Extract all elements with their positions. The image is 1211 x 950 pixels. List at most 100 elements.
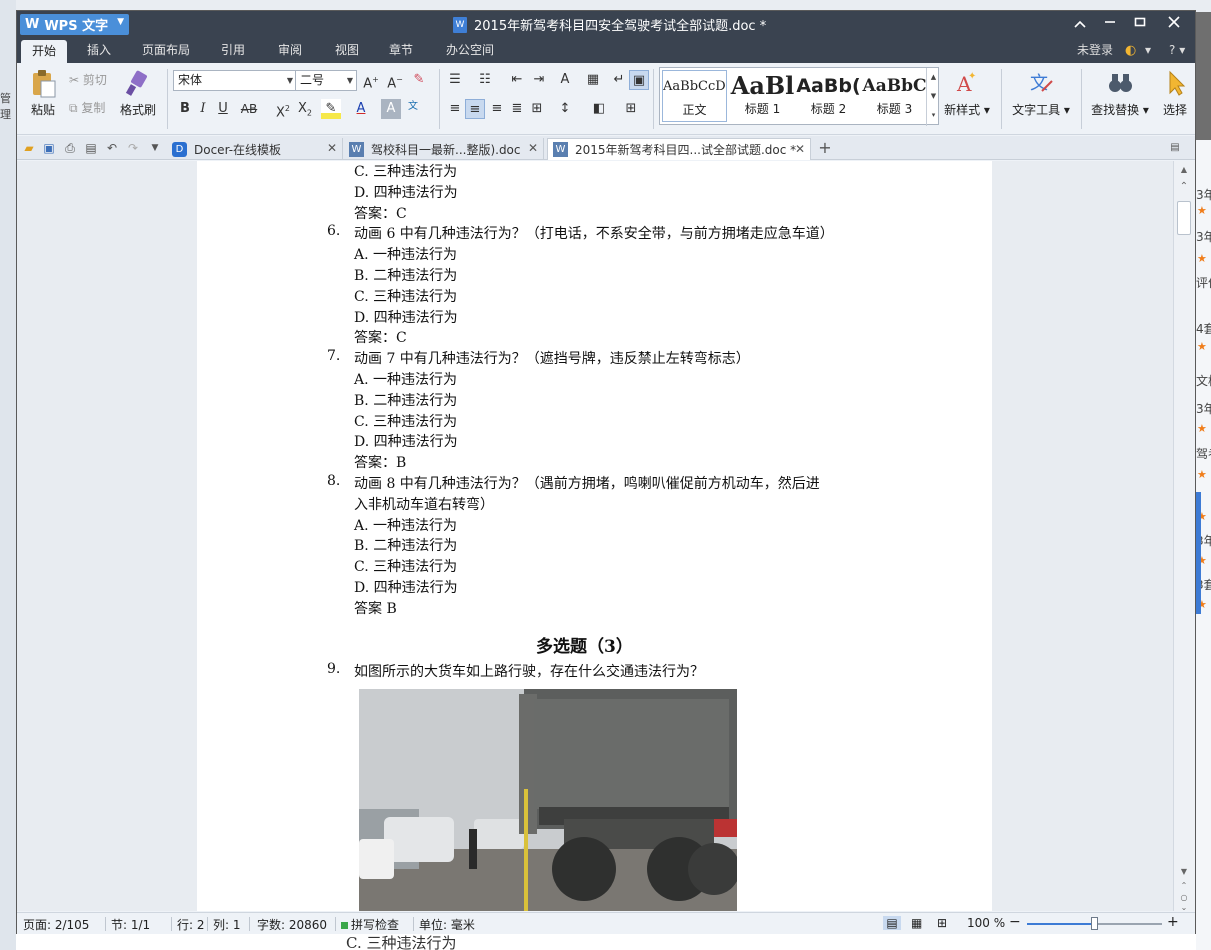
document-page[interactable]: C. 三种违法行为 D. 四种违法行为 答案：C 6. 动画 6 中有几种违法行为？（打… [197,161,992,911]
tab-chapter[interactable]: 章节 [378,38,424,63]
distributed-icon[interactable]: ⊞ [527,99,547,119]
new-style-button[interactable]: A ✦ 新样式 ▾ [942,69,992,118]
align-right-icon[interactable]: ≡ [487,99,507,119]
wps-app-menu-button[interactable]: W WPS 文字 ▼ [20,14,129,35]
copy-button[interactable]: ⧉ 复制 [69,99,105,116]
grow-font-icon[interactable]: A+ [361,70,381,91]
new-tab-icon[interactable]: + [817,140,833,156]
customize-toolbar-icon[interactable]: ▼ [147,140,163,156]
print-preview-icon[interactable]: ▤ [83,140,99,156]
scroll-down-icon[interactable]: ▼ [1174,867,1194,876]
page-view-icon[interactable]: ▤ [883,916,901,930]
shrink-font-icon[interactable]: A− [385,70,405,91]
skin-icon[interactable]: ◐ [1125,38,1136,63]
format-painter-button[interactable]: 格式刷 [115,69,161,118]
tab-document-2[interactable]: W 2015年新驾考科目四...试全部试题.doc * ✕ [547,138,811,160]
superscript-icon[interactable]: X2 [273,99,293,120]
align-left-icon[interactable]: ≡ [445,99,465,119]
italic-icon[interactable]: I [193,99,213,119]
style-heading-1[interactable]: AaBl 标题 1 [730,70,795,122]
previous-page-icon[interactable]: ⌃ [1174,881,1194,890]
numbered-list-icon[interactable]: ☷ [475,70,495,90]
shading-icon[interactable]: ◧ [589,99,609,119]
print-icon[interactable]: ⎙ [62,140,78,156]
align-center-icon[interactable]: ≡ [465,99,485,119]
close-icon[interactable]: ✕ [528,141,538,155]
underline-icon[interactable]: U [213,99,233,119]
scrollbar-thumb[interactable] [1177,201,1191,235]
tab-list-icon[interactable]: ▤ [1167,140,1183,156]
collapse-ribbon-button[interactable] [1069,14,1091,34]
borders-icon[interactable]: ⊞ [621,99,641,119]
open-folder-icon[interactable]: ▰ [21,140,37,156]
highlight-icon[interactable]: ✎ [321,99,341,119]
close-icon[interactable]: ✕ [795,142,805,156]
tab-review[interactable]: 审阅 [267,38,313,63]
minimize-button[interactable] [1099,14,1121,34]
scroll-up-icon[interactable]: ▲ [1174,165,1194,174]
zoom-out-icon[interactable]: − [1009,914,1021,930]
close-icon[interactable]: ✕ [327,141,337,155]
tab-document-1[interactable]: W 驾校科目一最新...整版).doc ✕ [344,138,544,160]
table-border-icon[interactable]: ▦ [583,70,603,90]
select-button[interactable]: 选择 [1155,69,1195,118]
style-gallery-scroll[interactable]: ▲ ▼ ▾ [926,68,940,126]
help-button[interactable]: ? ▾ [1169,38,1185,63]
style-heading-3[interactable]: AaBbC 标题 3 [862,70,927,122]
page-indicator[interactable]: 页面: 2/105 [23,916,89,933]
increase-indent-icon[interactable]: ⇥ [529,70,549,90]
subscript-icon[interactable]: X2 [295,99,315,119]
scroll-top-icon[interactable]: ⌃ [1174,181,1194,192]
find-replace-button[interactable]: 查找替换 ▾ [1087,69,1153,118]
find-replace-text: 查找替换 [1091,103,1140,117]
undo-icon[interactable]: ↶ [104,140,120,156]
tab-view[interactable]: 视图 [324,38,370,63]
redo-icon[interactable]: ↷ [125,140,141,156]
bullet-list-icon[interactable]: ☰ [445,70,465,90]
style-heading-2[interactable]: AaBb( 标题 2 [796,70,861,122]
save-icon[interactable]: ▣ [41,140,57,156]
clear-format-icon[interactable]: ✎ [409,70,429,90]
tab-home[interactable]: 开始 [21,40,68,63]
copy-label: 复制 [81,101,106,115]
strikethrough-icon[interactable]: AB [239,99,259,119]
spell-check-toggle[interactable]: 拼写检查 [341,916,399,933]
phonetic-guide-icon[interactable]: 文 [403,97,423,117]
shirt-icon[interactable]: ▾ [1145,38,1151,63]
text-tools-button[interactable]: 文 文字工具 ▾ [1009,69,1073,118]
paragraph-mark-icon[interactable]: ↵ [609,70,629,90]
font-size-select[interactable]: 二号 ▼ [295,70,357,91]
outline-view-icon[interactable]: ▦ [911,916,922,930]
tab-label: 2015年新驾考科目四...试全部试题.doc * [575,143,797,157]
line-spacing-icon[interactable]: ↕ [555,99,575,119]
web-view-icon[interactable]: ⊞ [937,916,947,930]
tab-insert[interactable]: 插入 [76,38,122,63]
tab-page-layout[interactable]: 页面布局 [131,38,201,63]
chevron-up-icon [1074,20,1086,28]
zoom-slider-thumb[interactable] [1091,917,1098,930]
select-browse-object-icon[interactable]: ○ [1174,893,1194,902]
word-count[interactable]: 字数: 20860 [257,916,327,933]
style-normal[interactable]: AaBbCcDd 正文 [662,70,727,122]
font-color-icon[interactable]: A [351,99,371,119]
chinese-layout-icon[interactable]: A [555,70,575,90]
tab-references[interactable]: 引用 [210,38,256,63]
zoom-level[interactable]: 100 % [967,916,1005,930]
bold-icon[interactable]: B [175,99,195,119]
font-name-select[interactable]: 宋体 ▼ [173,70,297,91]
next-page-icon[interactable]: ⌄ [1174,903,1194,912]
tab-office-space[interactable]: 办公空间 [435,38,505,63]
question-text: 动画 8 中有几种违法行为？（遇前方拥堵，鸣喇叭催促前方机动车，然后进 [354,476,820,492]
login-link[interactable]: 未登录 [1077,38,1113,63]
character-shading-icon[interactable]: A [381,99,401,119]
tab-docer-templates[interactable]: D Docer-在线模板 ✕ [167,138,343,160]
zoom-in-icon[interactable]: + [1167,914,1179,930]
vertical-scrollbar[interactable]: ▲ ⌃ ▼ ⌃ ○ ⌄ [1173,161,1195,912]
justify-icon[interactable]: ≣ [507,99,527,119]
maximize-button[interactable] [1129,14,1151,34]
paste-button[interactable]: 粘贴 [23,69,63,118]
close-button[interactable] [1163,14,1185,34]
cut-button[interactable]: ✂ 剪切 [69,71,107,88]
decrease-indent-icon[interactable]: ⇤ [507,70,527,90]
show-hide-icon[interactable]: ▣ [629,70,649,90]
